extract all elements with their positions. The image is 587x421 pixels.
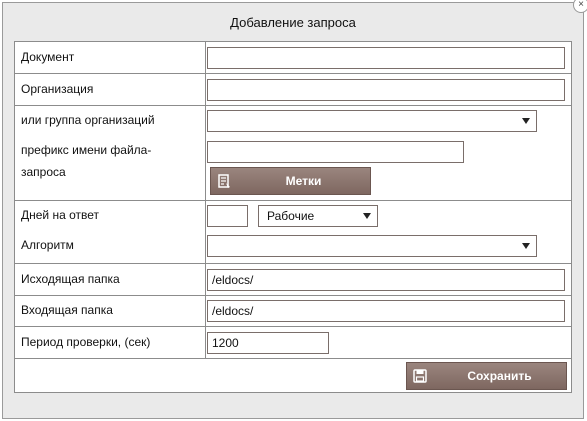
period-input[interactable] [207,332,329,354]
file-prefix-label-line1: префикс имени файла- [21,143,152,157]
days-label: Дней на ответ [21,208,100,222]
file-prefix-input[interactable] [207,141,464,163]
chevron-down-icon [363,213,371,219]
outgoing-folder-row: Исходящая папка [15,264,571,296]
outgoing-folder-input[interactable] [207,269,565,291]
document-row: Документ [15,42,571,74]
incoming-folder-input[interactable] [207,300,565,322]
organization-row: Организация [15,74,571,106]
organization-input[interactable] [207,79,565,101]
days-algorithm-row: Дней на ответ Рабочие Алгоритм [15,201,571,264]
day-type-value: Рабочие [267,209,315,223]
org-group-row: или группа организаций префикс имени фай… [15,106,571,201]
file-prefix-label-line2: запроса [21,165,66,179]
outgoing-folder-label: Исходящая папка [21,272,120,286]
days-input[interactable] [207,205,248,227]
tags-button[interactable]: Метки [210,167,371,195]
algorithm-label: Алгоритм [21,238,74,252]
chevron-down-icon [522,243,530,249]
document-input[interactable] [207,47,565,69]
incoming-folder-row: Входящая папка [15,296,571,327]
org-group-select[interactable] [207,110,537,132]
chevron-down-icon [522,118,530,124]
org-group-label: или группа организаций [21,113,155,127]
incoming-folder-label: Входящая папка [21,303,113,317]
tags-button-label: Метки [285,174,322,188]
period-row: Период проверки, (сек) [15,327,571,359]
save-button-label: Сохранить [467,369,532,383]
day-type-select[interactable]: Рабочие [258,205,378,227]
add-request-dialog: × Добавление запроса Документ Организаци… [2,0,587,419]
request-form: Документ Организация или группа организа… [14,41,572,393]
document-label: Документ [21,50,75,64]
period-label: Период проверки, (сек) [21,335,151,349]
floppy-disk-icon [407,363,433,389]
save-button[interactable]: Сохранить [406,362,567,390]
organization-label: Организация [21,82,94,96]
dialog-title: Добавление запроса [230,15,356,30]
tag-list-icon [211,168,237,194]
footer-row: Сохранить [15,359,571,393]
close-icon[interactable]: × [573,0,587,13]
algorithm-select[interactable] [207,235,537,257]
